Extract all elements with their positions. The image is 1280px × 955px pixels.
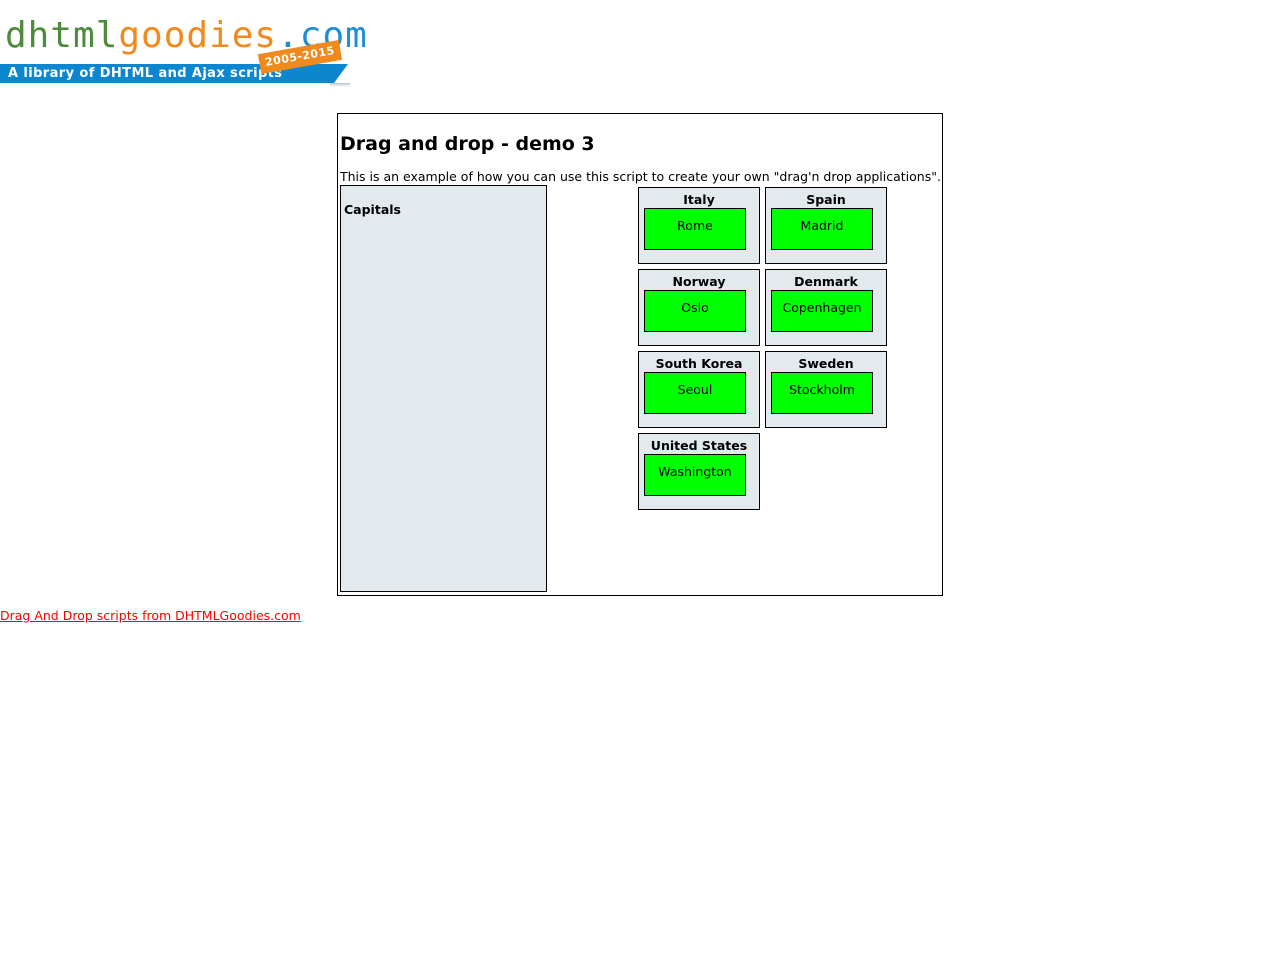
capitals-drop-panel[interactable]: Capitals: [340, 185, 547, 592]
capital-label: Rome: [677, 218, 713, 233]
capital-label: Seoul: [677, 382, 713, 397]
country-name: Italy: [683, 192, 715, 207]
capital-label: Madrid: [800, 218, 844, 233]
country-box-united-states[interactable]: United States Washington: [638, 433, 760, 510]
country-name: Norway: [672, 274, 726, 289]
logo-part-goodies: goodies: [118, 15, 278, 56]
footer-link[interactable]: Drag And Drop scripts from DHTMLGoodies.…: [0, 608, 301, 624]
logo-tagline: A library of DHTML and Ajax scripts: [8, 66, 283, 81]
capital-item-copenhagen[interactable]: Copenhagen: [771, 290, 873, 332]
capitals-label: Capitals: [344, 202, 401, 217]
logo-banner-shadow: [330, 83, 350, 87]
capital-item-rome[interactable]: Rome: [644, 208, 746, 250]
country-name: United States: [650, 438, 748, 453]
country-name: South Korea: [655, 356, 743, 371]
capital-label: Stockholm: [789, 382, 855, 397]
demo-container: Drag and drop - demo 3 This is an exampl…: [337, 113, 943, 596]
capital-label: Copenhagen: [782, 300, 862, 315]
site-logo[interactable]: dhtmlgoodies.com A library of DHTML and …: [0, 0, 367, 95]
country-box-denmark[interactable]: Denmark Copenhagen: [765, 269, 887, 346]
country-box-norway[interactable]: Norway Oslo: [638, 269, 760, 346]
page-title: Drag and drop - demo 3: [340, 133, 595, 155]
country-name: Spain: [806, 192, 846, 207]
logo-banner-tail: [334, 64, 348, 83]
logo-part-dhtml: dhtml: [5, 15, 119, 56]
capital-label: Oslo: [681, 300, 709, 315]
intro-text: This is an example of how you can use th…: [340, 169, 941, 184]
capital-item-madrid[interactable]: Madrid: [771, 208, 873, 250]
capital-item-seoul[interactable]: Seoul: [644, 372, 746, 414]
capital-item-washington[interactable]: Washington: [644, 454, 746, 496]
capital-item-stockholm[interactable]: Stockholm: [771, 372, 873, 414]
capital-item-oslo[interactable]: Oslo: [644, 290, 746, 332]
country-name: Denmark: [794, 274, 858, 289]
country-box-south-korea[interactable]: South Korea Seoul: [638, 351, 760, 428]
country-name: Sweden: [798, 356, 854, 371]
country-box-spain[interactable]: Spain Madrid: [765, 187, 887, 264]
country-box-italy[interactable]: Italy Rome: [638, 187, 760, 264]
capital-label: Washington: [658, 464, 732, 479]
country-box-sweden[interactable]: Sweden Stockholm: [765, 351, 887, 428]
